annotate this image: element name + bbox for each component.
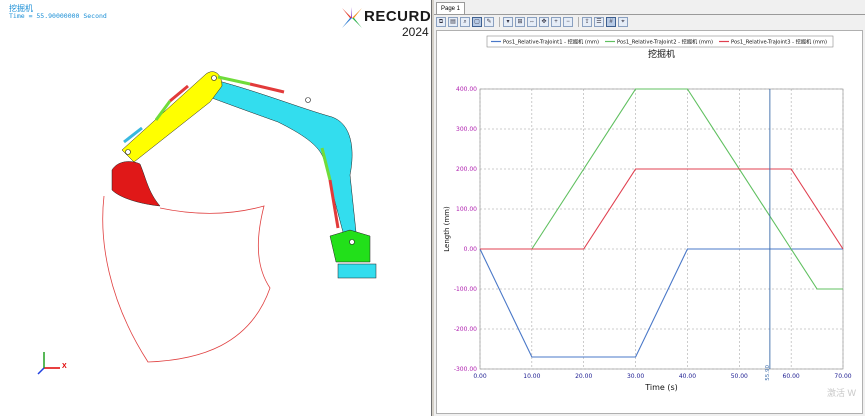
chart-title: 挖掘机	[648, 48, 675, 60]
axis-triad-icon	[37, 352, 60, 375]
toolbar-separator	[578, 17, 579, 27]
pedestal-link	[329, 229, 371, 263]
export-icon[interactable]: ⇪	[582, 17, 592, 27]
pedestal-joint	[349, 239, 355, 245]
legend-label-3: Pos1_Relative-TraJoint3 - 挖掘机 (mm)	[731, 38, 827, 46]
y-tick-label: 300.00	[456, 126, 477, 133]
x-tick-label: 20.00	[575, 373, 592, 380]
excavator-model[interactable]	[0, 0, 431, 416]
bucket-pivot-joint	[125, 149, 131, 155]
paste-icon[interactable]: ▤	[448, 17, 458, 27]
x-tick-label: 40.00	[679, 373, 696, 380]
legend-label-1: Pos1_Relative-TraJoint1 - 挖掘机 (mm)	[503, 38, 599, 46]
x-tick-label: 70.00	[834, 373, 851, 380]
tab-divider	[434, 14, 865, 15]
x-tick-label: 30.00	[627, 373, 644, 380]
y-tick-label: -200.00	[454, 326, 477, 333]
dropdown-icon[interactable]: ▾	[503, 17, 513, 27]
arm-pivot-joint	[305, 97, 311, 103]
time-cursor-label: 55.90	[765, 365, 771, 381]
y-axis-label: Length (mm)	[443, 206, 451, 252]
y-tick-label: 200.00	[456, 166, 477, 173]
y-tick-label: -100.00	[454, 286, 477, 293]
boom-cylinder-barrel	[249, 82, 285, 94]
plot-frame	[479, 88, 844, 370]
zoom-icon[interactable]: ⌕	[460, 17, 470, 27]
bucket-trace	[102, 195, 271, 363]
plot-window: Page 1 ⧉ ▤ ⌕ ▢ ✎ ▾ ⊞ ⇔ ✥ + − ⇪ ☰ # ⌖ 0.00 10.00 20.00 30.…	[434, 0, 865, 416]
draw-icon[interactable]: ✎	[484, 17, 494, 27]
bucket-link	[111, 161, 161, 207]
y-tick-label: 0.00	[464, 246, 478, 253]
pan-icon[interactable]: ✥	[539, 17, 549, 27]
x-tick-label: 50.00	[731, 373, 748, 380]
y-tick-label: 100.00	[456, 206, 477, 213]
base-block	[337, 263, 377, 279]
zoom-out-icon[interactable]: −	[563, 17, 573, 27]
y-tick-label: -300.00	[454, 366, 477, 373]
x-tick-label: 10.00	[523, 373, 540, 380]
activation-watermark: 激活 W	[827, 388, 856, 398]
fit-x-icon[interactable]: ⇔	[527, 17, 537, 27]
plot-toolbar: ⧉ ▤ ⌕ ▢ ✎ ▾ ⊞ ⇔ ✥ + − ⇪ ☰ # ⌖	[436, 16, 630, 28]
zoom-in-icon[interactable]: +	[551, 17, 561, 27]
model-viewport[interactable]: 挖掘机 Time = 55.90000000 Second RECURDYN 2…	[0, 0, 432, 416]
legend-icon[interactable]: ☰	[594, 17, 604, 27]
cursor-icon[interactable]: ⌖	[618, 17, 628, 27]
axis-x-label: X	[62, 363, 67, 370]
fit-icon[interactable]: ⊞	[515, 17, 525, 27]
y-tick-label: 400.00	[456, 86, 477, 93]
legend-label-2: Pos1_Relative-TraJoint2 - 挖掘机 (mm)	[617, 38, 713, 46]
boom-pivot-joint	[211, 75, 217, 81]
x-tick-label: 0.00	[473, 373, 487, 380]
line-chart[interactable]: 0.00 10.00 20.00 30.00 40.00 50.00 60.00 70.00 4…	[437, 31, 862, 413]
x-axis-label: Time (s)	[644, 383, 678, 392]
plot-area[interactable]: 0.00 10.00 20.00 30.00 40.00 50.00 60.00 70.00 4…	[436, 30, 863, 414]
select-icon[interactable]: ▢	[472, 17, 482, 27]
grid-icon[interactable]: #	[606, 17, 616, 27]
copy-icon[interactable]: ⧉	[436, 17, 446, 27]
x-tick-label: 60.00	[783, 373, 800, 380]
toolbar-separator	[499, 17, 500, 27]
boom-link	[121, 71, 223, 163]
